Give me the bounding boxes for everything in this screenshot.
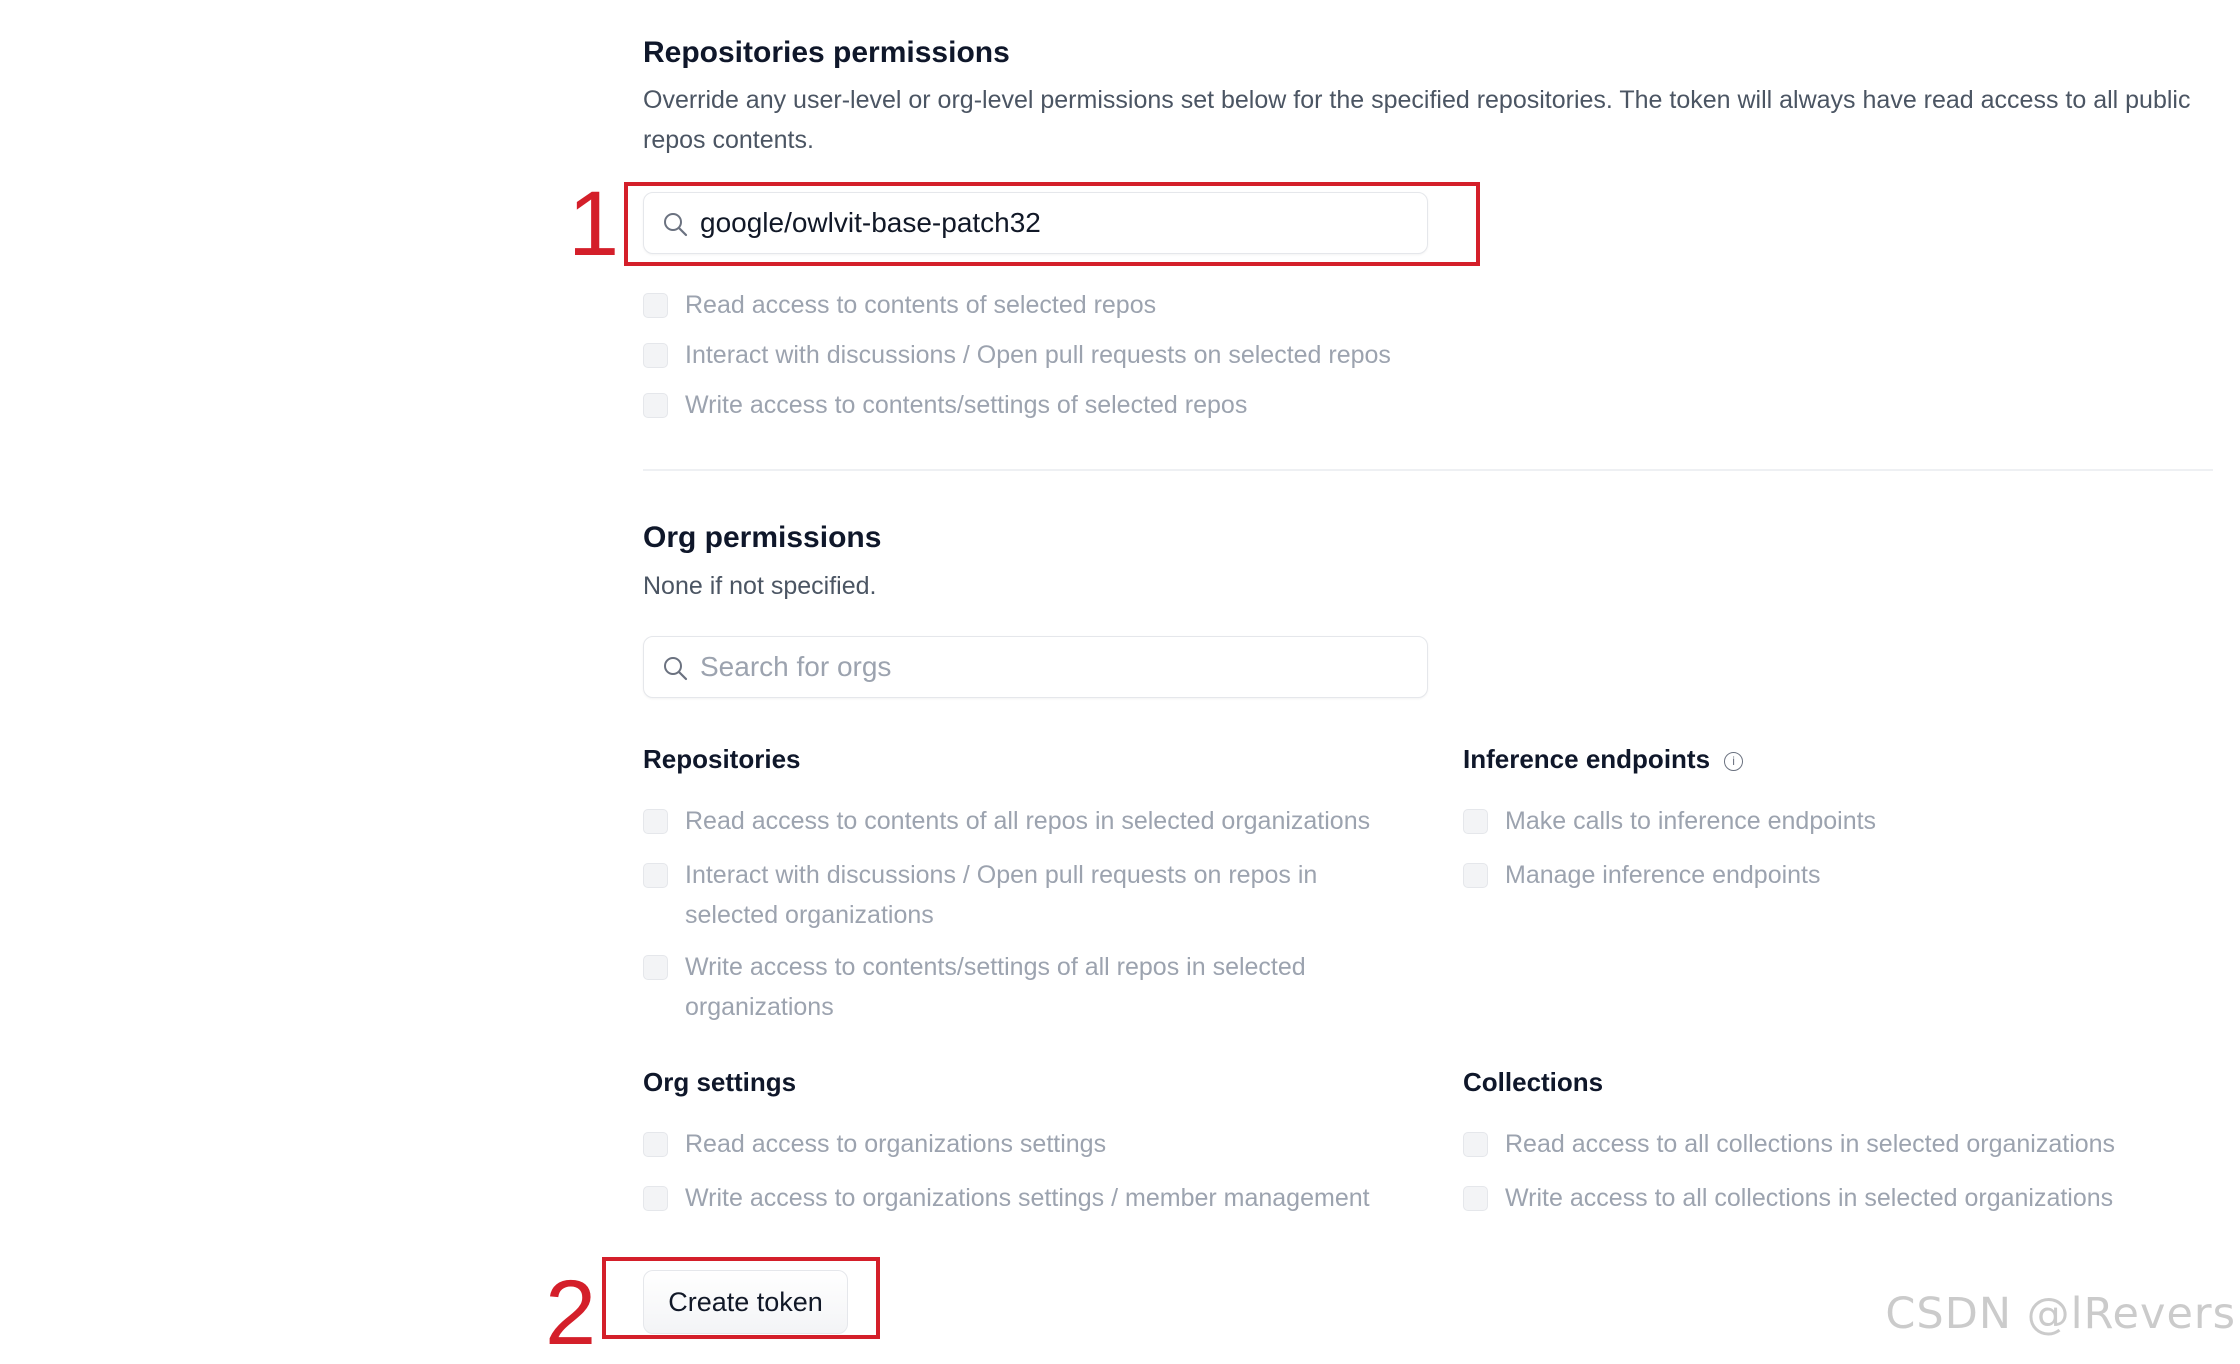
inference-option-calls[interactable]: Make calls to inference endpoints bbox=[1463, 801, 1876, 841]
checkbox[interactable] bbox=[643, 955, 668, 980]
option-label: Manage inference endpoints bbox=[1505, 861, 1821, 889]
annotation-marker-2: 2 bbox=[545, 1262, 597, 1364]
option-label: Read access to contents of all repos in … bbox=[685, 807, 1371, 835]
org-settings-option-read[interactable]: Read access to organizations settings bbox=[643, 1124, 1106, 1164]
org-repositories-title: Repositories bbox=[643, 744, 801, 774]
org-settings-option-write[interactable]: Write access to organizations settings /… bbox=[643, 1178, 1370, 1218]
checkbox[interactable] bbox=[1463, 1132, 1488, 1157]
repo-option-interact[interactable]: Interact with discussions / Open pull re… bbox=[643, 335, 1391, 375]
option-label: Write access to contents/settings of sel… bbox=[685, 391, 1248, 419]
annotation-marker-1: 1 bbox=[568, 173, 620, 275]
repo-option-write[interactable]: Write access to contents/settings of sel… bbox=[643, 385, 1247, 425]
option-label: Write access to organizations settings /… bbox=[685, 1184, 1370, 1212]
org-repo-option-read[interactable]: Read access to contents of all repos in … bbox=[643, 801, 1370, 841]
annotation-box-1 bbox=[624, 182, 1480, 266]
checkbox[interactable] bbox=[643, 863, 668, 888]
checkbox[interactable] bbox=[643, 1132, 668, 1157]
repo-option-read[interactable]: Read access to contents of selected repo… bbox=[643, 285, 1156, 325]
collections-option-write[interactable]: Write access to all collections in selec… bbox=[1463, 1178, 2113, 1218]
repo-permissions-title: Repositories permissions bbox=[643, 36, 1010, 69]
collections-option-read[interactable]: Read access to all collections in select… bbox=[1463, 1124, 2115, 1164]
checkbox[interactable] bbox=[643, 1186, 668, 1211]
checkbox[interactable] bbox=[1463, 809, 1488, 834]
org-search-input[interactable]: Search for orgs bbox=[643, 636, 1428, 698]
inference-option-manage[interactable]: Manage inference endpoints bbox=[1463, 855, 1821, 895]
annotation-box-2 bbox=[602, 1257, 880, 1339]
checkbox[interactable] bbox=[643, 343, 668, 368]
org-settings-title: Org settings bbox=[643, 1067, 797, 1097]
option-label: Write access to all collections in selec… bbox=[1505, 1184, 2114, 1212]
org-repo-option-write[interactable]: Write access to contents/settings of all… bbox=[643, 947, 1363, 1027]
org-search-placeholder: Search for orgs bbox=[700, 651, 892, 682]
inference-endpoints-title: Inference endpoints i bbox=[1463, 741, 1744, 777]
checkbox[interactable] bbox=[643, 393, 668, 418]
org-permissions-description: None if not specified. bbox=[643, 572, 877, 600]
repo-permissions-description: Override any user-level or org-level per… bbox=[643, 86, 2191, 154]
section-divider bbox=[643, 469, 2213, 471]
option-label: Make calls to inference endpoints bbox=[1505, 807, 1877, 835]
info-icon[interactable]: i bbox=[1724, 752, 1744, 771]
search-icon bbox=[664, 657, 688, 681]
checkbox[interactable] bbox=[643, 293, 668, 318]
org-permissions-title: Org permissions bbox=[643, 521, 882, 554]
checkbox[interactable] bbox=[1463, 863, 1488, 888]
option-label: Interact with discussions / Open pull re… bbox=[685, 861, 1318, 929]
option-label: Interact with discussions / Open pull re… bbox=[685, 341, 1391, 369]
watermark: CSDN @lRevers bbox=[1885, 1289, 2236, 1339]
collections-title: Collections bbox=[1463, 1067, 1604, 1097]
option-label: Write access to contents/settings of all… bbox=[685, 953, 1306, 1021]
checkbox[interactable] bbox=[643, 809, 668, 834]
org-repo-option-interact[interactable]: Interact with discussions / Open pull re… bbox=[643, 855, 1363, 935]
option-label: Read access to contents of selected repo… bbox=[685, 291, 1157, 319]
option-label: Read access to organizations settings bbox=[685, 1130, 1107, 1158]
inference-endpoints-label: Inference endpoints bbox=[1463, 744, 1711, 774]
option-label: Read access to all collections in select… bbox=[1505, 1130, 2116, 1158]
checkbox[interactable] bbox=[1463, 1186, 1488, 1211]
